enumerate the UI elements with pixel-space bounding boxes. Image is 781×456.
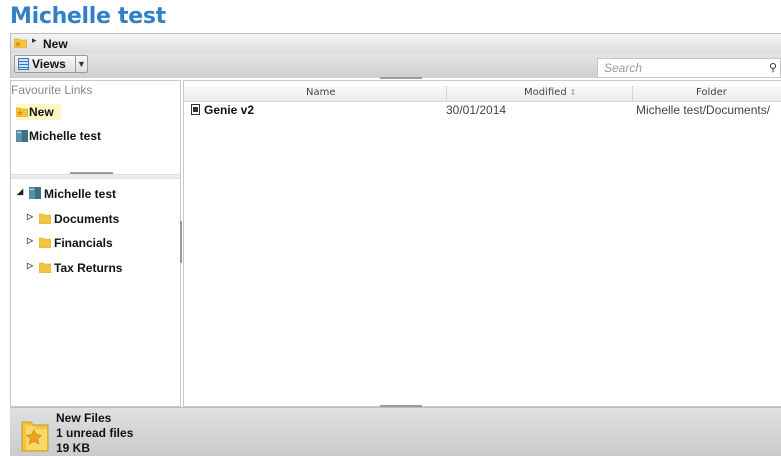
tree-collapsed-icon[interactable]: ▷	[27, 261, 33, 270]
search-input[interactable]	[604, 60, 754, 76]
resize-grip-left[interactable]	[70, 172, 113, 174]
breadcrumb-item-new[interactable]: New	[43, 37, 68, 51]
folder-icon	[39, 237, 51, 248]
column-divider[interactable]	[632, 86, 633, 101]
document-icon	[191, 104, 200, 115]
views-button[interactable]: Views ▼	[14, 55, 88, 73]
file-name[interactable]: Genie v2	[204, 103, 254, 117]
chevron-down-icon[interactable]: ▼	[77, 56, 86, 72]
favourite-item-new[interactable]: New	[16, 104, 61, 120]
resize-grip-top[interactable]	[380, 77, 422, 79]
favourite-item-label: Michelle test	[29, 129, 102, 143]
folder-icon	[39, 262, 51, 273]
table-row[interactable]: Genie v2 30/01/2014 Michelle test/Docume…	[184, 102, 781, 118]
breadcrumb: ▸ New	[10, 33, 781, 53]
footer-unread-count: 1 unread files	[56, 426, 134, 440]
views-divider	[75, 56, 76, 72]
column-divider[interactable]	[446, 86, 447, 101]
file-list-panel: Name Modified ⇕ Folder Genie v2 30/01/201…	[183, 80, 781, 407]
tree-node-label: Michelle test	[44, 187, 117, 201]
panel-divider	[11, 174, 180, 179]
favourite-item-michelle-test[interactable]: Michelle test	[16, 128, 166, 144]
table-header: Name Modified ⇕ Folder	[184, 86, 781, 102]
folder-star-icon	[14, 38, 27, 48]
tree-expanded-icon[interactable]: ◢	[17, 187, 23, 196]
folder-star-icon	[21, 421, 49, 452]
folder-star-icon	[16, 107, 28, 117]
tree-collapsed-icon[interactable]: ▷	[27, 212, 33, 221]
cabinet-icon	[29, 187, 41, 199]
footer-title: New Files	[56, 411, 112, 425]
views-list-icon	[18, 58, 29, 70]
views-label: Views	[32, 57, 66, 71]
tree-collapsed-icon[interactable]: ▷	[27, 236, 33, 245]
column-header-name[interactable]: Name	[306, 87, 336, 98]
tree-node-label: Tax Returns	[54, 261, 123, 275]
column-header-modified[interactable]: Modified ⇕	[524, 87, 576, 98]
column-header-label: Modified	[524, 87, 567, 98]
navigation-panel: Favourite Links New Michelle test ◢ Mich…	[10, 80, 182, 407]
sort-icon: ⇕	[569, 88, 577, 97]
footer-summary: New Files 1 unread files 19 KB	[56, 411, 133, 456]
tree-node-label: Financials	[54, 236, 113, 250]
breadcrumb-arrow-icon: ▸	[32, 35, 37, 45]
scrollbar-thumb[interactable]	[180, 221, 182, 263]
column-header-folder[interactable]: Folder	[696, 87, 727, 98]
page-title: Michelle test	[10, 4, 166, 29]
favourites-header: Favourite Links	[11, 83, 93, 97]
search-icon[interactable]: ⚲	[769, 61, 777, 74]
favourite-item-label: New	[29, 105, 54, 119]
footer-size: 19 KB	[56, 441, 91, 455]
tree-node-label: Documents	[54, 212, 120, 226]
search-box: ⚲	[597, 58, 781, 78]
file-modified: 30/01/2014	[446, 103, 507, 117]
cabinet-icon	[16, 130, 28, 142]
folder-icon	[39, 213, 51, 224]
file-folder: Michelle test/Documents/	[636, 103, 771, 117]
status-footer: New Files 1 unread files 19 KB	[10, 407, 781, 456]
